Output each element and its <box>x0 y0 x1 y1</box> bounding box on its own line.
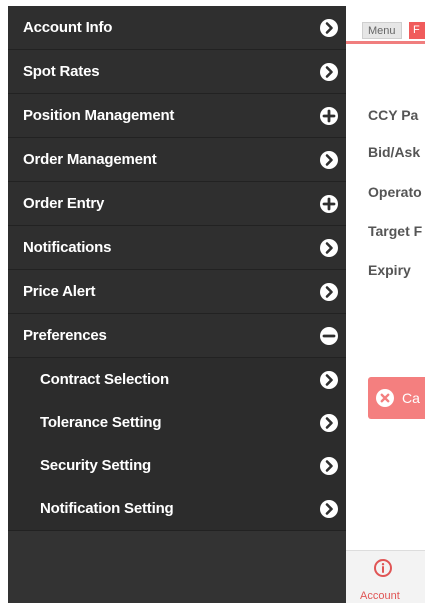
menu-item-account-info[interactable]: Account Info <box>8 6 346 50</box>
menu-item-order-entry[interactable]: Order Entry <box>8 182 346 226</box>
menu-item-contract-selection[interactable]: Contract Selection <box>8 358 346 402</box>
header-action-button[interactable]: F <box>409 22 425 39</box>
menu-item-notifications[interactable]: Notifications <box>8 226 346 270</box>
bid-ask-label: Bid/Ask <box>368 144 421 160</box>
chevron-right-icon <box>320 500 338 518</box>
plus-icon <box>320 195 338 213</box>
menu-item-order-management[interactable]: Order Management <box>8 138 346 182</box>
menu-item-notification-setting[interactable]: Notification Setting <box>8 487 346 531</box>
chevron-right-icon <box>320 19 338 37</box>
chevron-right-icon <box>320 414 338 432</box>
bottom-tab-bar: Account <box>346 550 425 603</box>
top-bar: Menu F <box>346 0 425 44</box>
menu-item-label: Notification Setting <box>40 500 174 517</box>
menu-item-position-management[interactable]: Position Management <box>8 94 346 138</box>
chevron-right-icon <box>320 239 338 257</box>
menu-item-label: Order Entry <box>23 195 105 212</box>
ccy-pair-label: CCY Pa <box>368 107 419 123</box>
menu-item-label: Security Setting <box>40 457 151 474</box>
menu-item-label: Spot Rates <box>23 63 100 80</box>
menu-item-label: Tolerance Setting <box>40 414 162 431</box>
chevron-right-icon <box>320 371 338 389</box>
info-icon <box>374 559 392 577</box>
chevron-right-icon <box>320 63 338 81</box>
menu-item-label: Position Management <box>23 107 175 124</box>
chevron-right-icon <box>320 457 338 475</box>
menu-item-label: Contract Selection <box>40 371 169 388</box>
menu-item-preferences[interactable]: Preferences <box>8 314 346 358</box>
target-label: Target F <box>368 223 423 239</box>
plus-icon <box>320 107 338 125</box>
expiry-label: Expiry <box>368 262 411 278</box>
operator-label: Operato <box>368 184 422 200</box>
app-screen: Account Info Spot Rates Position Managem… <box>0 0 425 603</box>
menu-item-label: Notifications <box>23 239 112 256</box>
menu-item-label: Account Info <box>23 19 113 36</box>
chevron-right-icon <box>320 151 338 169</box>
menu-item-label: Price Alert <box>23 283 96 300</box>
tab-account-label: Account <box>360 590 400 602</box>
cancel-button[interactable]: Ca <box>368 377 425 419</box>
minus-icon <box>320 327 338 345</box>
menu-item-label: Order Management <box>23 151 157 168</box>
cancel-button-label: Ca <box>402 390 420 406</box>
chevron-right-icon <box>320 283 338 301</box>
side-menu: Account Info Spot Rates Position Managem… <box>8 6 346 603</box>
menu-empty-area <box>8 531 346 603</box>
menu-item-label: Preferences <box>23 327 107 344</box>
tab-account[interactable]: Account <box>360 559 420 603</box>
main-content: Menu F CCY Pa Bid/Ask Operato Target F E… <box>346 0 425 603</box>
menu-item-price-alert[interactable]: Price Alert <box>8 270 346 314</box>
menu-item-tolerance-setting[interactable]: Tolerance Setting <box>8 401 346 445</box>
close-icon <box>376 389 394 407</box>
menu-button[interactable]: Menu <box>362 22 402 39</box>
menu-item-spot-rates[interactable]: Spot Rates <box>8 50 346 94</box>
menu-item-security-setting[interactable]: Security Setting <box>8 444 346 488</box>
